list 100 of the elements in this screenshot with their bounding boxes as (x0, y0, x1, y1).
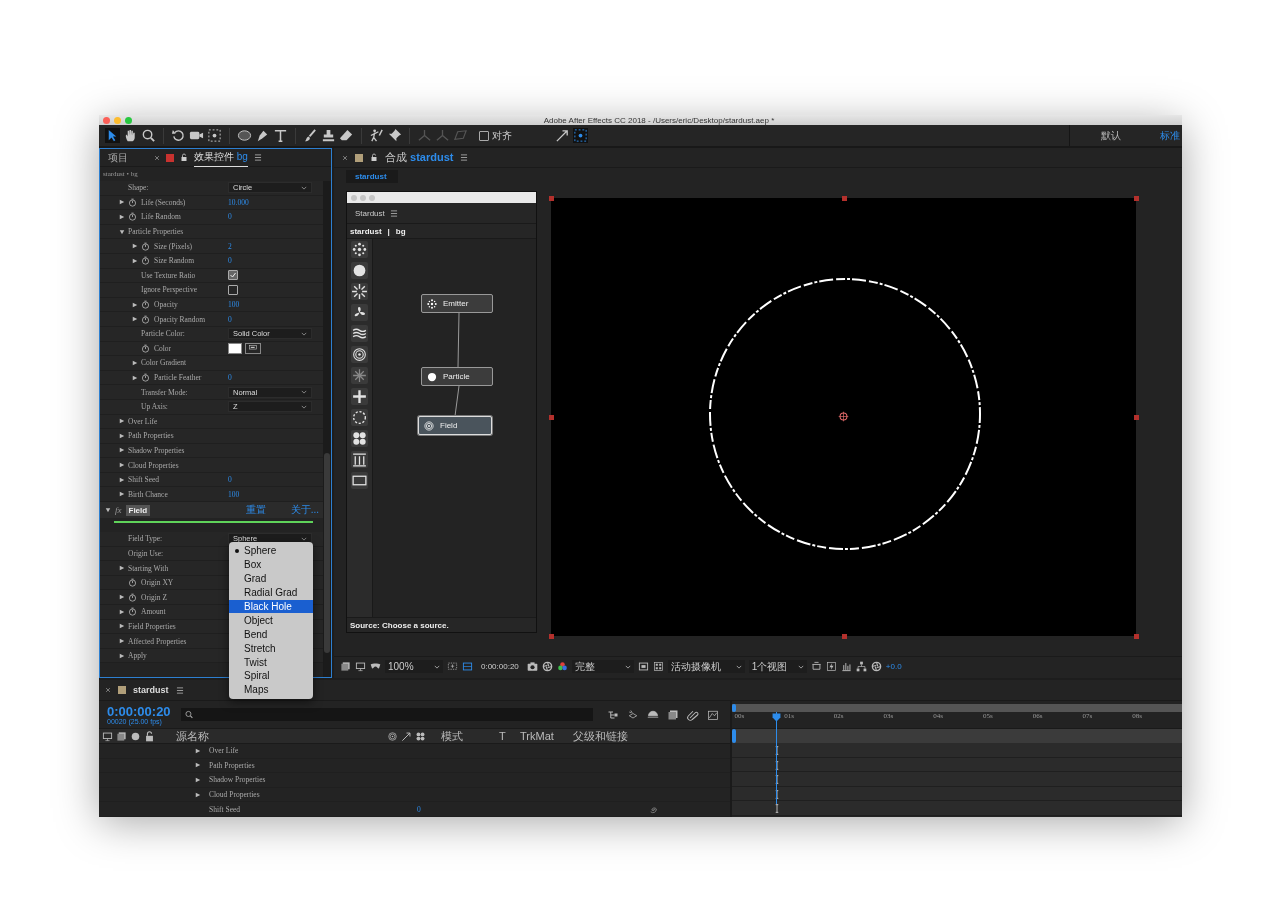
layer-handle[interactable] (549, 415, 554, 420)
menu-item[interactable]: Stretch (229, 641, 313, 656)
menu-icon[interactable] (460, 154, 469, 161)
stamp-tool-icon[interactable] (321, 128, 336, 143)
bars-icon[interactable] (351, 451, 368, 468)
camera-dropdown[interactable]: 活动摄像机 (667, 660, 745, 673)
solo-icon[interactable] (130, 730, 141, 742)
graph-editor-icon[interactable] (706, 708, 719, 721)
layer-handle[interactable] (549, 634, 554, 639)
fan-icon[interactable] (351, 304, 368, 321)
hand-tool-icon[interactable] (123, 128, 138, 143)
stopwatch-icon[interactable] (141, 241, 150, 251)
ellipse-tool-icon[interactable] (237, 128, 252, 143)
flowchart-icon[interactable] (855, 661, 867, 672)
checkbox[interactable] (228, 284, 238, 295)
snap-frame-icon[interactable] (573, 128, 588, 143)
rectangle-icon[interactable] (351, 472, 368, 489)
stopwatch-icon[interactable] (141, 373, 150, 382)
column-header[interactable]: 父级和链接 (573, 728, 628, 744)
graph-node[interactable]: Emitter (421, 294, 493, 313)
stopwatch-icon[interactable] (141, 300, 150, 310)
stopwatch-icon[interactable] (128, 607, 137, 617)
stopwatch-icon[interactable] (128, 197, 137, 207)
lock-icon[interactable] (180, 153, 188, 162)
menu-item[interactable]: Twist (229, 655, 313, 669)
lock-icon[interactable] (370, 153, 378, 162)
circles-icon[interactable] (351, 430, 368, 447)
zoom-tool-icon[interactable] (141, 128, 156, 143)
layer-handle[interactable] (1134, 634, 1139, 639)
color-swatch[interactable] (228, 342, 242, 354)
layout-icon[interactable] (810, 661, 822, 672)
star-icon[interactable] (351, 367, 368, 384)
stopwatch-icon[interactable] (141, 256, 150, 266)
particle-icon[interactable] (351, 262, 368, 279)
snapping-checkbox[interactable] (479, 130, 489, 141)
menu-item[interactable]: Grad (229, 571, 313, 586)
dashed-circle-icon[interactable] (351, 409, 368, 426)
brush-tool-icon[interactable] (303, 128, 318, 143)
plus-icon[interactable] (351, 388, 368, 405)
menu-icon[interactable] (175, 686, 184, 694)
about-link[interactable]: 关于... (290, 503, 319, 518)
motion-blur-icon[interactable] (686, 708, 699, 721)
expand-arrow-icon[interactable] (555, 128, 570, 143)
checkbox[interactable] (228, 270, 238, 281)
panel-tab[interactable]: 效果控件 bg (194, 148, 248, 167)
stopwatch-icon[interactable] (128, 592, 137, 602)
pen-tool-icon[interactable] (255, 128, 270, 143)
eye-icon[interactable] (102, 730, 113, 742)
transparency-grid-icon[interactable] (652, 661, 664, 672)
timecode[interactable]: 0:00:00:20 (481, 662, 519, 671)
close-icon[interactable] (105, 687, 111, 693)
hierarchy-icon[interactable] (606, 708, 619, 721)
layer-handle[interactable] (549, 196, 554, 201)
graph-node[interactable]: Particle (421, 367, 493, 386)
anchor-point-icon[interactable] (838, 411, 849, 422)
eraser-tool-icon[interactable] (339, 128, 354, 143)
lock-icon[interactable] (144, 730, 155, 742)
target-icon[interactable] (351, 346, 368, 363)
menu-item[interactable]: Radial Grad (229, 585, 313, 600)
menu-item[interactable]: Spiral (229, 669, 313, 683)
menu-icon[interactable] (253, 154, 262, 161)
exposure-value[interactable]: +0.0 (885, 662, 902, 671)
effect-badge[interactable]: fx (115, 505, 122, 516)
current-time[interactable]: 0:00:00:20 (107, 704, 171, 718)
eyedropper-icon[interactable] (245, 342, 261, 354)
composition-tab[interactable]: stardust (346, 169, 398, 183)
emitter-icon[interactable] (351, 241, 368, 258)
puppet-tool-icon[interactable] (369, 128, 384, 143)
graph-node[interactable]: Field (418, 416, 492, 435)
selection-tool-icon[interactable] (105, 128, 120, 143)
view-layout-dropdown[interactable]: 1个视图 (748, 660, 807, 673)
resolution-dropdown[interactable]: 完整 (571, 660, 634, 673)
workspace-tab[interactable]: 标准 (1142, 128, 1182, 143)
close-icon[interactable] (342, 154, 348, 161)
column-header[interactable]: TrkMat (520, 730, 570, 742)
menu-icon[interactable] (389, 209, 398, 217)
stopwatch-icon[interactable] (141, 343, 150, 353)
monitor-icon[interactable] (355, 661, 366, 672)
menu-item[interactable]: Box (229, 557, 313, 572)
pick-whip-icon[interactable] (648, 804, 658, 814)
window-icon[interactable] (637, 661, 649, 672)
search-field[interactable] (180, 708, 593, 721)
workspace-tab[interactable]: 默认 (1083, 128, 1139, 143)
grid-icon[interactable] (462, 661, 473, 672)
layer-handle[interactable] (841, 196, 847, 201)
menu-item[interactable]: Bend (229, 627, 313, 642)
draft-3d-icon[interactable] (626, 708, 639, 721)
pin-tool-icon[interactable] (387, 128, 402, 143)
aperture-icon[interactable] (541, 661, 553, 672)
menu-item[interactable]: Object (229, 613, 313, 628)
menu-item[interactable]: Black Hole (229, 599, 313, 614)
pan-behind-tool-icon[interactable] (207, 128, 222, 143)
audio-icon[interactable] (116, 730, 127, 742)
column-header[interactable]: 源名称 (176, 728, 384, 744)
stopwatch-icon[interactable] (128, 578, 137, 588)
reset-link[interactable]: 重置 (246, 503, 267, 518)
column-header[interactable]: 模式 (441, 728, 496, 744)
text-tool-icon[interactable] (273, 128, 288, 143)
menu-item[interactable]: Maps (229, 682, 313, 697)
column-header[interactable]: T (499, 730, 517, 742)
